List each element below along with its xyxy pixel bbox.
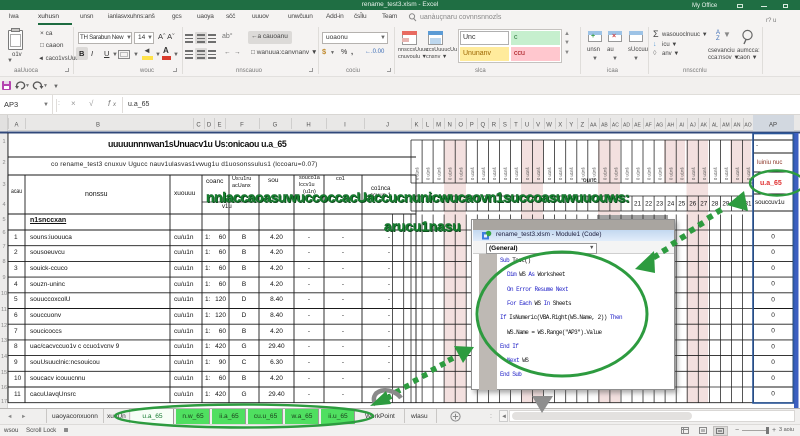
svg-text:0: 0 — [771, 296, 775, 303]
svg-text:0: 0 — [771, 265, 775, 272]
svg-text:0: 0 — [771, 234, 775, 241]
svg-text:0 u1nš: 0 u1nš — [437, 167, 442, 180]
svg-text:0 u1nš: 0 u1nš — [558, 167, 563, 180]
svg-text:26: 26 — [689, 201, 697, 208]
svg-text:0 u1nš: 0 u1nš — [415, 167, 420, 180]
svg-text:0 u1nš: 0 u1nš — [669, 167, 674, 180]
svg-text:23: 23 — [656, 201, 664, 208]
svg-text:0 u1nš: 0 u1nš — [514, 167, 519, 180]
svg-text:0: 0 — [771, 359, 775, 366]
svg-text:0 u1nš: 0 u1nš — [724, 167, 729, 180]
svg-text:0: 0 — [771, 375, 775, 382]
svg-text:0 u1nš: 0 u1nš — [547, 167, 552, 180]
svg-text:0: 0 — [771, 312, 775, 319]
svg-text:0 u1nš: 0 u1nš — [602, 167, 607, 180]
svg-text:0: 0 — [771, 343, 775, 350]
svg-text:0 u1nš: 0 u1nš — [525, 167, 530, 180]
svg-text:30: 30 — [733, 201, 741, 208]
svg-text:0 u1nš: 0 u1nš — [503, 167, 508, 180]
svg-text:0 u1nš: 0 u1nš — [647, 167, 652, 180]
svg-text:0: 0 — [771, 328, 775, 335]
svg-text:0 u1nš: 0 u1nš — [613, 167, 618, 180]
svg-text:0: 0 — [771, 281, 775, 288]
svg-text:29: 29 — [722, 201, 730, 208]
svg-text:0 u1nš: 0 u1nš — [658, 167, 663, 180]
svg-text:28: 28 — [711, 201, 719, 208]
svg-text:24: 24 — [667, 201, 675, 208]
svg-text:0 u1nš: 0 u1nš — [569, 167, 574, 180]
svg-text:0 u1nš: 0 u1nš — [691, 167, 696, 180]
svg-text:0 u1nš: 0 u1nš — [470, 167, 475, 180]
svg-text:0 u1nš: 0 u1nš — [702, 167, 707, 180]
svg-text:0: 0 — [771, 391, 775, 398]
svg-text:0 u1nš: 0 u1nš — [459, 167, 464, 180]
svg-text:0 u1nš: 0 u1nš — [481, 167, 486, 180]
svg-text:21: 21 — [634, 201, 642, 208]
svg-text:27: 27 — [700, 201, 708, 208]
svg-text:22: 22 — [645, 201, 653, 208]
svg-text:0 u1nš: 0 u1nš — [636, 167, 641, 180]
svg-text:0 u1nš: 0 u1nš — [426, 167, 431, 180]
svg-text:0 u1nš: 0 u1nš — [746, 167, 751, 180]
svg-text:0 u1nš: 0 u1nš — [625, 167, 630, 180]
svg-text:0 u1nš: 0 u1nš — [492, 167, 497, 180]
svg-text:0 u1nš: 0 u1nš — [735, 167, 740, 180]
svg-text:0 u1nš: 0 u1nš — [713, 167, 718, 180]
svg-text:25: 25 — [678, 201, 686, 208]
svg-text:0 u1nš: 0 u1nš — [448, 167, 453, 180]
svg-text:0 u1nš: 0 u1nš — [536, 167, 541, 180]
svg-text:31: 31 — [744, 201, 752, 208]
svg-text:0: 0 — [771, 249, 775, 256]
svg-text:0 u1nš: 0 u1nš — [680, 167, 685, 180]
